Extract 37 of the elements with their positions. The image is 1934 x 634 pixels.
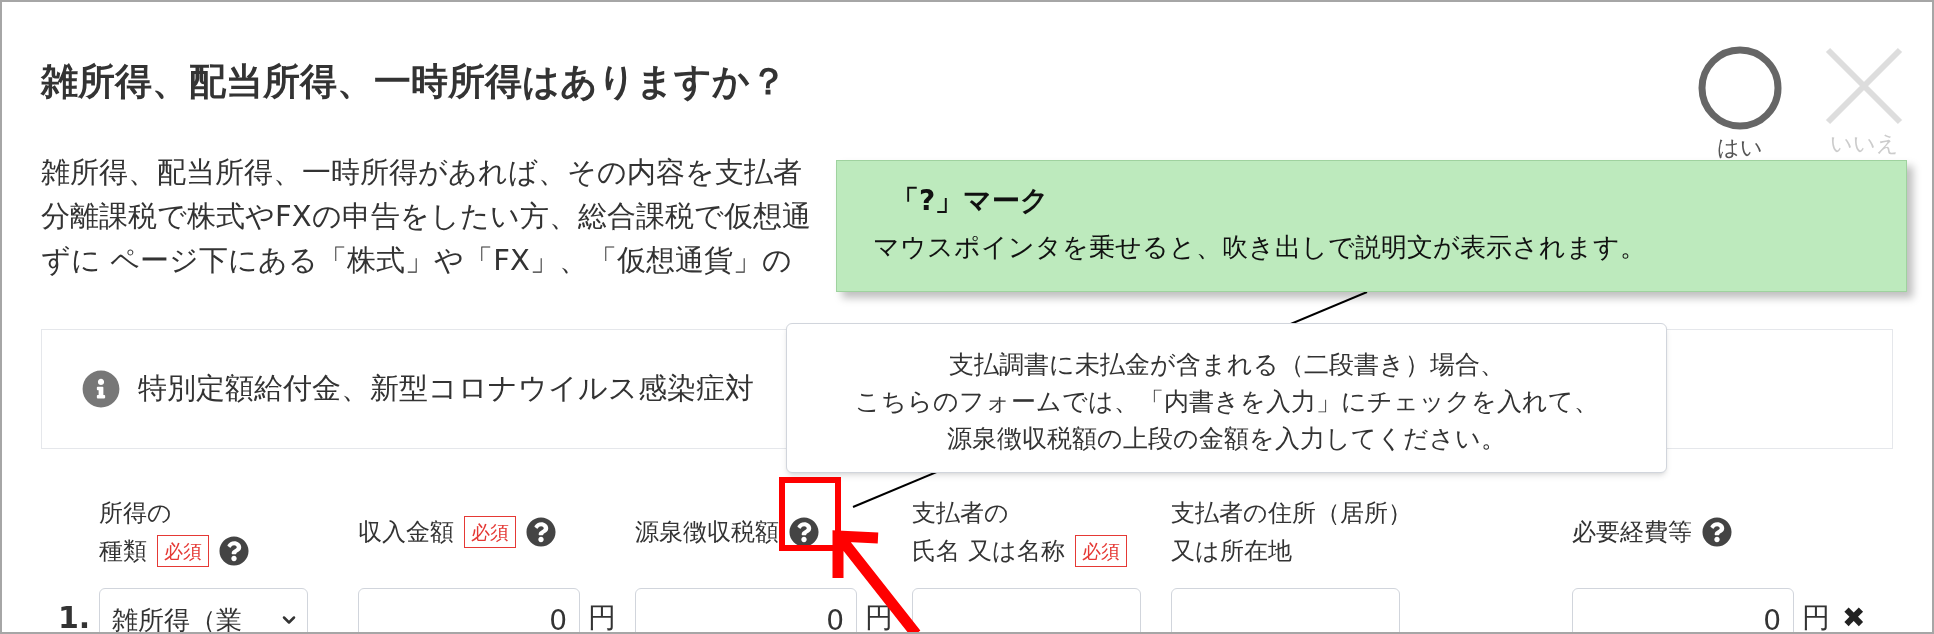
circle-icon[interactable] — [1696, 44, 1784, 132]
help-icon[interactable] — [219, 536, 249, 566]
column-header: 収入金額 — [358, 517, 454, 548]
column-header: 源泉徴収税額 — [635, 517, 779, 548]
amount-field[interactable]: 0 — [1572, 588, 1794, 632]
notice-text: 特別定額給付金、新型コロナウイルス感染症対 — [138, 370, 754, 408]
info-icon — [82, 370, 120, 408]
amount-field[interactable]: 0 — [635, 588, 857, 632]
required-badge: 必須 — [1074, 535, 1127, 567]
tooltip-text: 源泉徴収税額の上段の金額を入力してください。 — [947, 423, 1506, 455]
column-header: 必要経費等 — [1572, 517, 1692, 548]
description-text: 雑所得、配当所得、一時所得があれば、その内容を支払者 — [41, 154, 802, 191]
column-header: 又は所在地 — [1171, 536, 1292, 567]
callout-title: 「?」マーク — [891, 183, 1051, 219]
question-title: 雑所得、配当所得、一時所得はありますか？ — [41, 59, 787, 105]
amount-field[interactable]: 0 — [358, 588, 580, 632]
column-header: 支払者の住所（居所） — [1171, 498, 1413, 529]
description-text: ずに ページ下にある「株式」や「FX」、「仮想通貨」の — [41, 242, 792, 279]
column-header: 所得の — [99, 498, 173, 529]
column-header: 支払者の — [912, 498, 1010, 529]
required-badge: 必須 — [464, 516, 516, 548]
help-icon[interactable] — [526, 517, 556, 547]
answer-label: はい — [1717, 134, 1763, 162]
column-header: 氏名 又は名称 — [912, 536, 1065, 567]
delete-button[interactable]: ✖ — [1842, 588, 1866, 632]
required-badge: 必須 — [157, 535, 209, 567]
description-text: 分離課税で株式やFXの申告をしたい方、総合課税で仮想通 — [41, 198, 811, 235]
column-header: 種類 — [99, 536, 147, 567]
help-icon[interactable] — [1702, 517, 1732, 547]
unit-label: 円 — [588, 600, 616, 632]
tooltip-text: 支払調書に未払金が含まれる（二段書き）場合、 — [948, 349, 1505, 381]
callout-text: マウスポインタを乗せると、吹き出しで説明文が表示されます。 — [873, 231, 1647, 264]
unit-label: 円 — [1802, 600, 1830, 632]
tooltip-text: こちらのフォームでは、「内書きを入力」にチェックを入れて、 — [854, 386, 1599, 418]
unit-label: 円 — [865, 600, 893, 632]
help-icon[interactable] — [789, 517, 819, 547]
row-number: 1. — [58, 599, 92, 632]
